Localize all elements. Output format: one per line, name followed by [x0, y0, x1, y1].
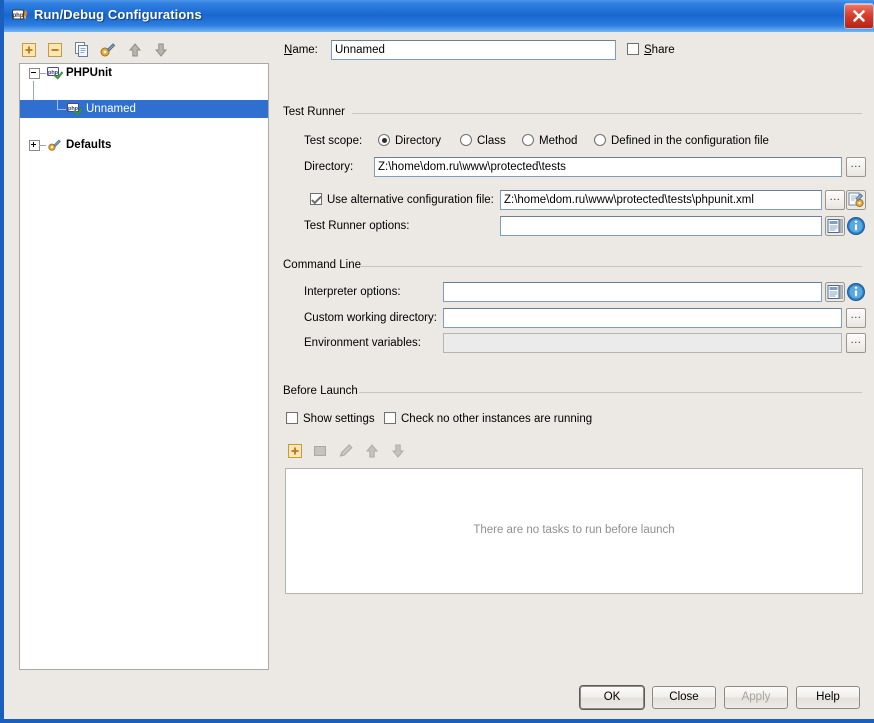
- check-no-other-instances-checkbox[interactable]: Check no other instances are running: [384, 412, 592, 425]
- apply-button: Apply: [724, 686, 788, 709]
- before-launch-task-list[interactable]: There are no tasks to run before launch: [285, 468, 863, 594]
- interpreter-options-input[interactable]: [443, 282, 822, 302]
- info-icon[interactable]: [846, 216, 866, 236]
- run-debug-configurations-dialog: php Run/Debug Configurations php PHPUnit…: [0, 0, 874, 723]
- php-icon: php: [12, 7, 30, 25]
- close-button[interactable]: Close: [652, 686, 716, 709]
- configuration-editor-pane: Name: Share Test Runner Test scope: Dire…: [274, 32, 874, 719]
- task-move-down-button: [389, 442, 407, 460]
- move-up-button[interactable]: [126, 41, 144, 59]
- edit-configuration-icon[interactable]: [846, 190, 866, 210]
- directory-label: Directory:: [304, 161, 354, 173]
- help-button[interactable]: Help: [796, 686, 860, 709]
- radio-defined-in-config[interactable]: Defined in the configuration file: [594, 134, 769, 147]
- radio-class-dot: [460, 134, 472, 146]
- add-configuration-button[interactable]: [20, 41, 38, 59]
- phpunit-icon: php: [47, 66, 64, 86]
- add-task-button[interactable]: [286, 442, 304, 460]
- tree-node-label: Defaults: [66, 139, 112, 151]
- wrench-icon: [47, 138, 63, 158]
- environment-variables-browse-button[interactable]: ...: [846, 333, 866, 353]
- before-launch-toolbar: [286, 442, 466, 462]
- copy-configuration-button[interactable]: [73, 41, 91, 59]
- interpreter-options-label: Interpreter options:: [304, 286, 401, 298]
- task-move-up-button: [363, 442, 381, 460]
- ok-button[interactable]: OK: [580, 686, 644, 709]
- show-settings-checkbox[interactable]: Show settings: [286, 412, 375, 425]
- share-checkbox[interactable]: Share: [627, 43, 675, 56]
- environment-variables-label: Environment variables:: [304, 337, 421, 349]
- working-directory-browse-button[interactable]: ...: [846, 308, 866, 328]
- command-line-group-title: Command Line: [283, 259, 366, 271]
- window-title: Run/Debug Configurations: [34, 7, 202, 22]
- group-divider: [352, 113, 862, 114]
- before-launch-group-title: Before Launch: [283, 385, 363, 397]
- alternative-config-input[interactable]: [500, 190, 822, 210]
- tree-node-unnamed[interactable]: php Unnamed: [20, 100, 268, 118]
- tree-node-label: PHPUnit: [66, 67, 112, 79]
- alternative-config-browse-button[interactable]: ...: [825, 190, 845, 210]
- svg-text:php: php: [13, 13, 24, 19]
- use-alternative-config-checkbox-box: [310, 193, 322, 205]
- directory-browse-button[interactable]: ...: [846, 157, 866, 177]
- tree-connector: [39, 73, 46, 74]
- name-label: Name:: [284, 44, 318, 56]
- use-alternative-config-checkbox[interactable]: Use alternative configuration file:: [310, 193, 494, 206]
- directory-input[interactable]: [374, 157, 842, 177]
- custom-working-directory-input[interactable]: [443, 308, 842, 328]
- remove-task-button: [311, 442, 329, 460]
- configurations-toolbar: [20, 38, 270, 64]
- radio-directory[interactable]: Directory: [378, 134, 441, 147]
- svg-text:php: php: [48, 70, 59, 76]
- phpunit-icon: php: [67, 102, 84, 122]
- name-input[interactable]: [331, 40, 616, 60]
- test-runner-group-title: Test Runner: [283, 106, 351, 118]
- tree-node-defaults[interactable]: Defaults: [20, 136, 268, 154]
- tree-connector: [57, 109, 66, 110]
- dialog-content: php PHPUnit php Unnamed Defaults Name: U…: [8, 32, 874, 719]
- radio-class[interactable]: Class: [460, 134, 506, 147]
- close-icon[interactable]: [844, 3, 874, 29]
- info-icon[interactable]: [846, 282, 866, 302]
- share-checkbox-box: [627, 43, 639, 55]
- expand-macro-icon[interactable]: [825, 282, 845, 302]
- radio-defined-in-config-dot: [594, 134, 606, 146]
- test-runner-options-input[interactable]: [500, 216, 822, 236]
- edit-task-button: [337, 442, 355, 460]
- radio-directory-dot: [378, 134, 390, 146]
- tree-node-phpunit[interactable]: php PHPUnit: [20, 64, 268, 82]
- show-settings-checkbox-box: [286, 412, 298, 424]
- radio-method-dot: [522, 134, 534, 146]
- edit-defaults-wrench-icon[interactable]: [99, 41, 117, 59]
- tree-connector: [57, 100, 58, 109]
- tree-node-label: Unnamed: [86, 103, 136, 115]
- radio-method[interactable]: Method: [522, 134, 577, 147]
- check-no-other-instances-checkbox-box: [384, 412, 396, 424]
- tree-connector: [39, 145, 46, 146]
- expand-macro-icon[interactable]: [825, 216, 845, 236]
- remove-configuration-button[interactable]: [46, 41, 64, 59]
- group-divider: [359, 392, 862, 393]
- group-divider: [360, 266, 862, 267]
- move-down-button[interactable]: [152, 41, 170, 59]
- before-launch-empty-message: There are no tasks to run before launch: [473, 524, 675, 536]
- configurations-tree[interactable]: php PHPUnit php Unnamed Defaults: [19, 63, 269, 670]
- test-scope-label: Test scope:: [304, 135, 363, 147]
- custom-working-directory-label: Custom working directory:: [304, 312, 437, 324]
- title-bar: php Run/Debug Configurations: [4, 0, 874, 32]
- test-runner-options-label: Test Runner options:: [304, 220, 410, 232]
- dialog-footer: OK Close Apply Help: [8, 675, 874, 719]
- svg-text:php: php: [68, 106, 79, 112]
- environment-variables-input[interactable]: [443, 333, 842, 353]
